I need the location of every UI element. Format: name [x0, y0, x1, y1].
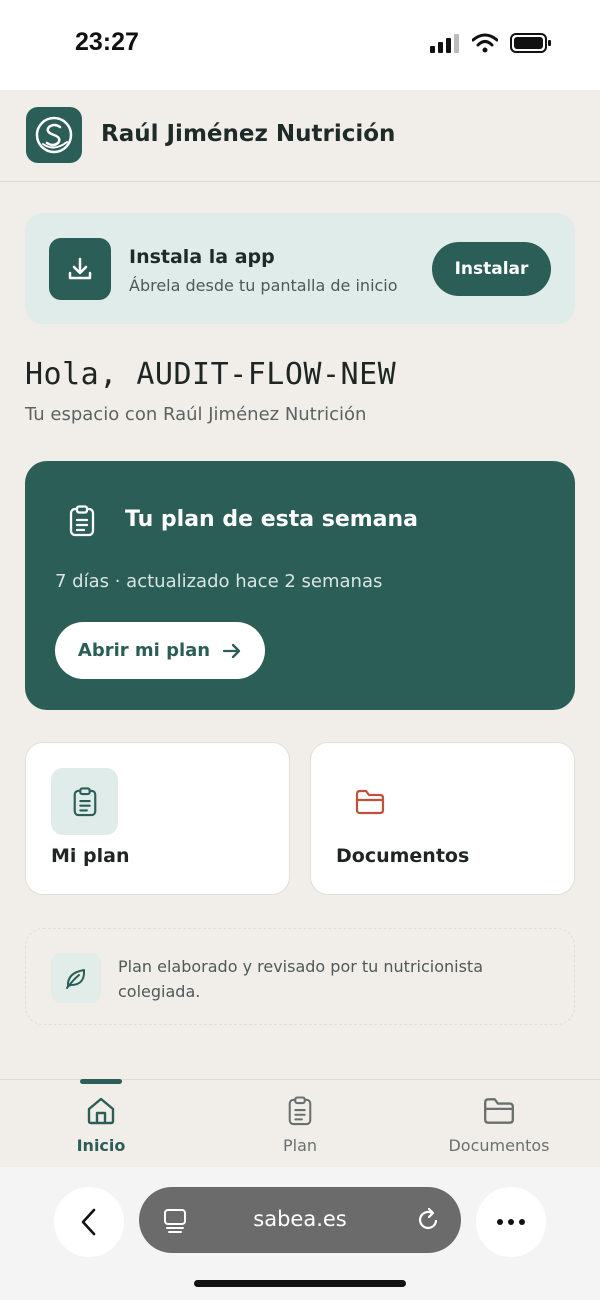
reload-icon[interactable] — [415, 1207, 441, 1233]
home-icon — [85, 1094, 117, 1128]
nav-documentos[interactable]: Documentos — [429, 1080, 569, 1168]
folder-icon — [336, 768, 403, 835]
clipboard-icon — [51, 768, 118, 835]
signal-icon — [430, 34, 459, 53]
install-subtitle: Ábrela desde tu pantalla de inicio — [129, 276, 398, 295]
tile-documentos[interactable]: Documentos — [310, 742, 575, 895]
app-title: Raúl Jiménez Nutrición — [101, 121, 396, 147]
clipboard-icon — [286, 1094, 314, 1128]
status-time: 23:27 — [75, 28, 139, 56]
plan-card-meta: 7 días · actualizado hace 2 semanas — [55, 571, 383, 592]
browser-more-button[interactable] — [476, 1187, 546, 1257]
nav-label: Plan — [282, 1136, 318, 1155]
nutritionist-note: Plan elaborado y revisado por tu nutrici… — [25, 928, 575, 1025]
browser-toolbar: sabea.es — [0, 1167, 600, 1300]
nav-label: Inicio — [76, 1136, 126, 1155]
install-button[interactable]: Instalar — [432, 242, 551, 296]
app-header: Raúl Jiménez Nutrición — [0, 90, 600, 182]
tile-label: Mi plan — [51, 845, 130, 867]
install-title: Instala la app — [129, 246, 275, 268]
tile-mi-plan[interactable]: Mi plan — [25, 742, 290, 895]
sabea-logo-icon[interactable] — [26, 107, 82, 163]
greeting-subtitle: Tu espacio con Raúl Jiménez Nutrición — [25, 404, 367, 425]
download-icon — [49, 238, 111, 300]
open-plan-label: Abrir mi plan — [77, 640, 211, 661]
nav-inicio[interactable]: Inicio — [31, 1080, 171, 1168]
wifi-icon — [472, 33, 498, 53]
install-app-card: Instala la app Ábrela desde tu pantalla … — [25, 213, 575, 324]
plan-card-title: Tu plan de esta semana — [125, 507, 419, 532]
clipboard-icon — [69, 505, 95, 537]
url-text: sabea.es — [253, 1207, 347, 1231]
nav-label: Documentos — [448, 1136, 550, 1155]
more-icon — [497, 1219, 525, 1225]
browser-back-button[interactable] — [54, 1187, 124, 1257]
folder-icon — [482, 1094, 516, 1128]
note-text: Plan elaborado y revisado por tu nutrici… — [118, 957, 484, 1001]
tile-label: Documentos — [336, 845, 470, 867]
weekly-plan-card: Tu plan de esta semana 7 días · actualiz… — [25, 461, 575, 710]
status-icons — [430, 32, 552, 54]
nav-plan[interactable]: Plan — [230, 1080, 370, 1168]
arrow-right-icon — [222, 643, 241, 658]
greeting-title: Hola, AUDIT-FLOW-NEW — [25, 357, 397, 392]
battery-icon — [510, 33, 551, 53]
chevron-left-icon — [81, 1208, 96, 1236]
bottom-nav: Inicio Plan Documentos — [0, 1079, 600, 1167]
open-plan-button[interactable]: Abrir mi plan — [55, 622, 265, 679]
leaf-icon — [51, 953, 101, 1003]
address-bar[interactable]: sabea.es — [139, 1187, 461, 1253]
home-indicator — [194, 1280, 406, 1287]
status-bar: 23:27 — [0, 0, 600, 90]
